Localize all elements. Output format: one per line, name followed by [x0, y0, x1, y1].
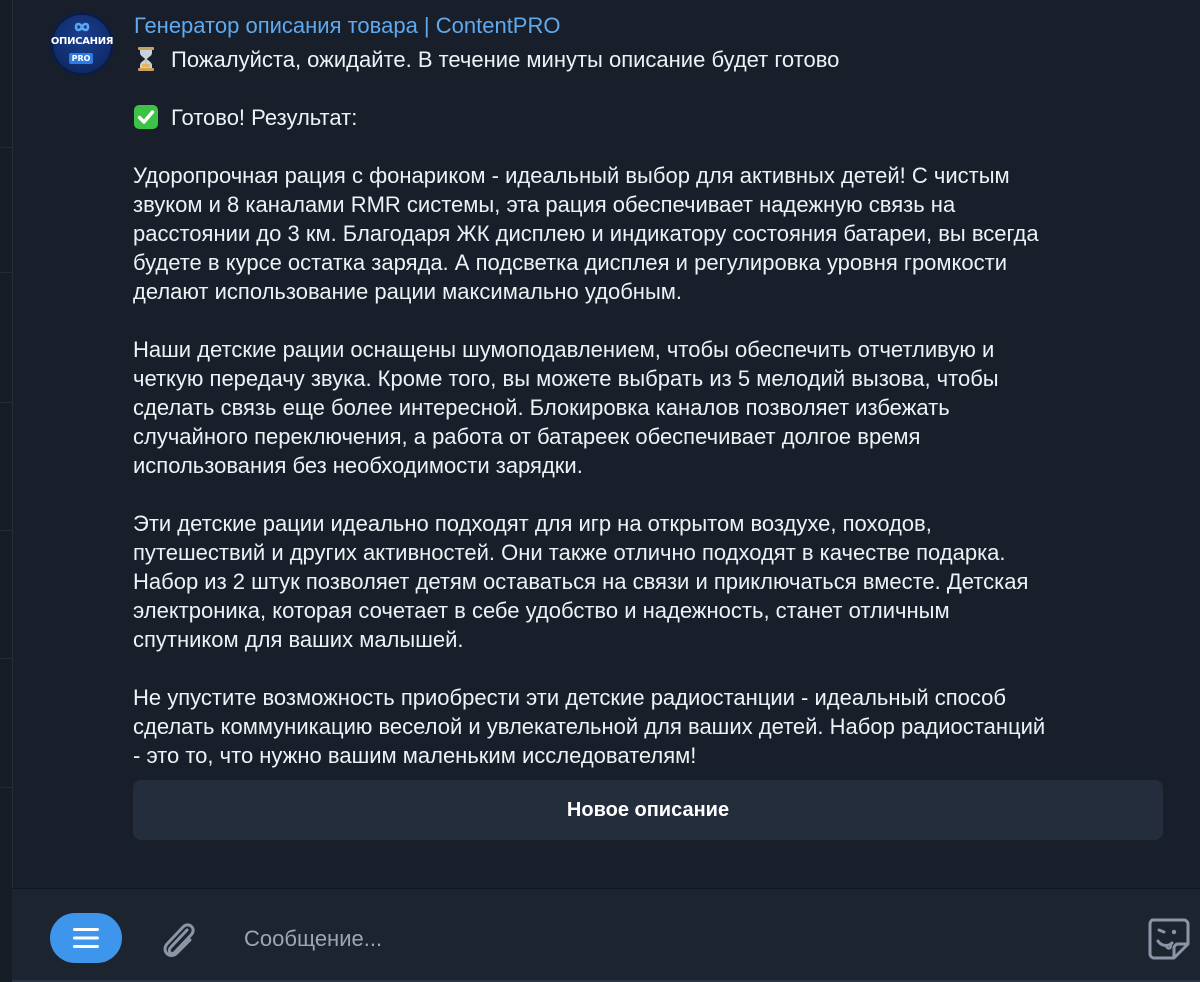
- ready-line: Готово! Результат:: [133, 103, 1173, 132]
- message-text: Пожалуйста, ожидайте. В течение минуты о…: [133, 45, 1173, 770]
- paragraph: Удоропрочная рация с фонариком - идеальн…: [133, 163, 1039, 304]
- divider: [0, 658, 12, 659]
- paperclip-icon[interactable]: [157, 916, 199, 962]
- bot-message: ОПИСАНИЯ PRO Генератор описания товара |…: [12, 0, 1200, 888]
- message-composer: [12, 888, 1200, 982]
- avatar-badge: PRO: [69, 53, 93, 64]
- hourglass-icon: [138, 47, 154, 71]
- check-mark-icon: [134, 105, 158, 129]
- bot-avatar[interactable]: ОПИСАНИЯ PRO: [50, 12, 114, 76]
- ready-text: Готово! Результат:: [171, 105, 358, 130]
- chat-window: ОПИСАНИЯ PRO Генератор описания товара |…: [0, 0, 1200, 982]
- divider: [0, 530, 12, 531]
- paragraph: Не упустите возможность приобрести эти д…: [133, 685, 1046, 768]
- divider: [0, 787, 12, 788]
- divider: [0, 402, 12, 403]
- waiting-text: Пожалуйста, ожидайте. В течение минуты о…: [171, 47, 840, 72]
- menu-icon: [73, 928, 99, 948]
- new-description-button[interactable]: Новое описание: [133, 780, 1163, 840]
- sticker-icon[interactable]: [1144, 914, 1192, 962]
- paragraph: Наши детские рации оснащены шумоподавлен…: [133, 337, 999, 478]
- bot-menu-button[interactable]: [50, 913, 122, 963]
- divider: [0, 272, 12, 273]
- divider: [0, 147, 12, 148]
- paragraph: Эти детские рации идеально подходят для …: [133, 511, 1029, 652]
- message-input[interactable]: [242, 913, 1106, 965]
- infinity-icon: [74, 22, 90, 32]
- sender-name[interactable]: Генератор описания товара | ContentPRO: [134, 13, 560, 39]
- waiting-line: Пожалуйста, ожидайте. В течение минуты о…: [133, 45, 1173, 74]
- avatar-title: ОПИСАНИЯ: [50, 36, 114, 47]
